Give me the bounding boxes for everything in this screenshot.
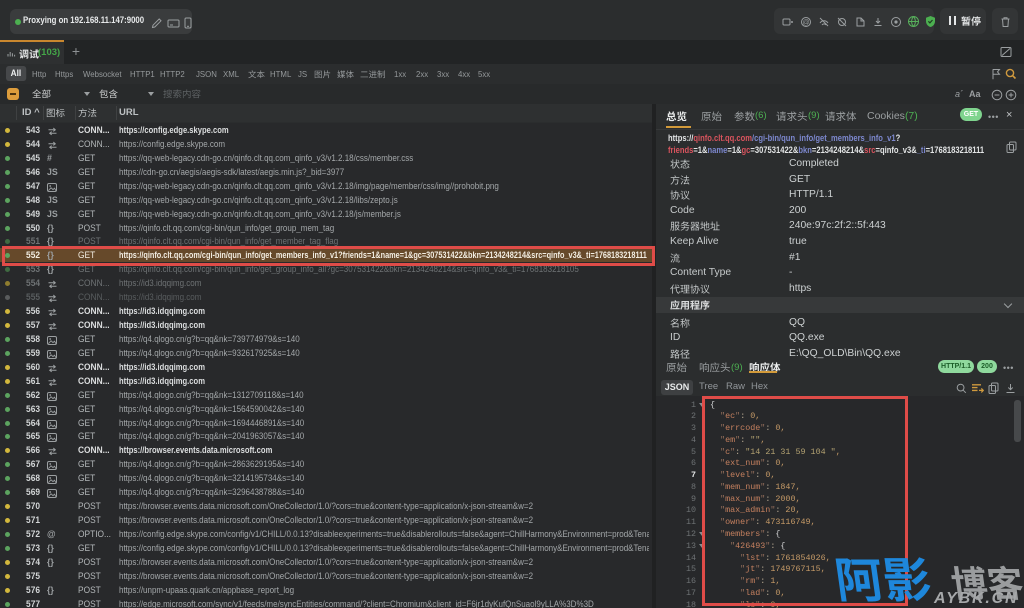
svg-text:@: @ — [802, 20, 809, 27]
